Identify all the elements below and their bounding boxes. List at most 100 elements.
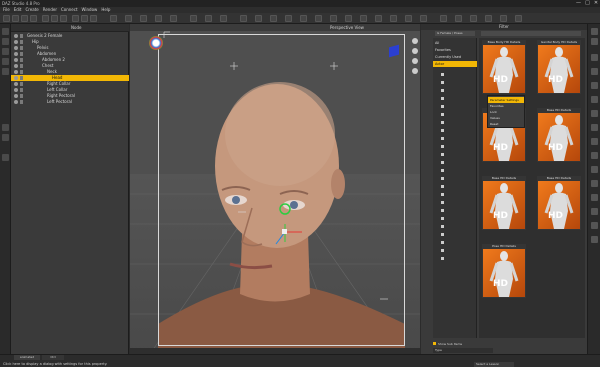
toolbar-tool-icon[interactable] — [205, 15, 212, 22]
content-thumbnail[interactable]: Base Body HD Details HD — [482, 40, 526, 94]
eye-icon[interactable] — [14, 100, 18, 104]
lock-icon[interactable] — [20, 82, 23, 86]
render-settings-tab-icon[interactable] — [2, 154, 9, 161]
toolbar-tool-icon[interactable] — [81, 15, 88, 22]
toolbar-tool-icon[interactable] — [21, 15, 28, 22]
eye-icon[interactable] — [14, 34, 18, 38]
tool-icon-6[interactable] — [591, 96, 598, 103]
tab-ctrl[interactable]: Ctrl — [42, 355, 64, 360]
subcategory-folder-icon[interactable] — [433, 80, 477, 86]
zoom-icon[interactable] — [412, 58, 418, 64]
shaping-tab-icon[interactable] — [2, 68, 9, 75]
eye-icon[interactable] — [14, 40, 18, 44]
navigation-sphere-icon[interactable] — [149, 36, 163, 50]
eye-icon[interactable] — [14, 82, 18, 86]
toolbar-tool-icon[interactable] — [3, 15, 10, 22]
lock-icon[interactable] — [20, 70, 23, 74]
toolbar-tool-icon[interactable] — [375, 15, 382, 22]
toolbar-tool-icon[interactable] — [140, 15, 147, 22]
toolbar-tool-icon[interactable] — [90, 15, 97, 22]
rotate-icon[interactable] — [412, 48, 418, 54]
tab-animated[interactable]: animated — [14, 355, 40, 360]
toolbar-tool-icon[interactable] — [420, 15, 427, 22]
content-thumbnail[interactable]: Genital Body HD Details HD — [537, 40, 581, 94]
lights-tab-icon[interactable] — [2, 134, 9, 141]
tool-icon-5[interactable] — [591, 82, 598, 89]
lesson-dropdown[interactable]: Select a Lesson — [474, 362, 514, 367]
subcategory-folder-icon[interactable] — [433, 176, 477, 182]
lock-icon[interactable] — [20, 100, 23, 104]
close-button[interactable]: ✕ — [592, 0, 600, 7]
lock-icon[interactable] — [20, 64, 23, 68]
subcategory-folder-icon[interactable] — [433, 184, 477, 190]
subcategory-folder-icon[interactable] — [433, 192, 477, 198]
camera-selector[interactable]: Perspective View — [330, 25, 364, 30]
content-thumbnail[interactable]: Pose HD Details HD — [482, 244, 526, 298]
tool-icon-8[interactable] — [591, 124, 598, 131]
eye-icon[interactable] — [14, 94, 18, 98]
subcategory-folder-icon[interactable] — [433, 216, 477, 222]
surfaces-tab-icon[interactable] — [2, 124, 9, 131]
toolbar-tool-icon[interactable] — [330, 15, 337, 22]
subcategory-folder-icon[interactable] — [433, 72, 477, 78]
subcategory-folder-icon[interactable] — [433, 240, 477, 246]
tool-icon-4[interactable] — [591, 68, 598, 75]
lock-icon[interactable] — [20, 52, 23, 56]
toolbar-tool-icon[interactable] — [440, 15, 447, 22]
subcategory-folder-icon[interactable] — [433, 160, 477, 166]
toolbar-tool-icon[interactable] — [30, 15, 37, 22]
content-tab-icon[interactable] — [2, 38, 9, 45]
toolbar-tool-icon[interactable] — [12, 15, 19, 22]
tool-icon-2[interactable] — [591, 38, 598, 45]
lock-icon[interactable] — [20, 58, 23, 62]
eye-icon[interactable] — [14, 70, 18, 74]
tool-icon-9[interactable] — [591, 138, 598, 145]
lock-icon[interactable] — [20, 40, 23, 44]
lock-icon[interactable] — [20, 34, 23, 38]
maximize-button[interactable]: □ — [583, 0, 592, 7]
toolbar-tool-icon[interactable] — [190, 15, 197, 22]
tool-icon-12[interactable] — [591, 180, 598, 187]
orbit-icon[interactable] — [412, 68, 418, 74]
toolbar-tool-icon[interactable] — [285, 15, 292, 22]
lock-icon[interactable] — [20, 76, 23, 80]
category-item[interactable]: Actor — [433, 61, 477, 67]
posing-tab-icon[interactable] — [2, 58, 9, 65]
subcategory-folder-icon[interactable] — [433, 104, 477, 110]
category-item[interactable]: Favorites — [433, 47, 477, 53]
subcategory-folder-icon[interactable] — [433, 168, 477, 174]
toolbar-tool-icon[interactable] — [315, 15, 322, 22]
category-dropdown[interactable]: G Female / Poses — [435, 31, 475, 36]
subcategory-folder-icon[interactable] — [433, 96, 477, 102]
toolbar-tool-icon[interactable] — [405, 15, 412, 22]
toolbar-tool-icon[interactable] — [72, 15, 79, 22]
toolbar-tool-icon[interactable] — [255, 15, 262, 22]
subcategory-folder-icon[interactable] — [433, 152, 477, 158]
context-menu-item[interactable]: Reset — [488, 121, 524, 127]
toolbar-tool-icon[interactable] — [455, 15, 462, 22]
tool-icon-7[interactable] — [591, 110, 598, 117]
subcategory-folder-icon[interactable] — [433, 256, 477, 262]
eye-icon[interactable] — [14, 76, 18, 80]
eye-icon[interactable] — [14, 58, 18, 62]
parameters-tab-icon[interactable] — [2, 48, 9, 55]
eye-icon[interactable] — [14, 52, 18, 56]
lock-icon[interactable] — [20, 46, 23, 50]
toolbar-tool-icon[interactable] — [51, 15, 58, 22]
toolbar-tool-icon[interactable] — [390, 15, 397, 22]
category-item[interactable]: Currently Used — [433, 54, 477, 60]
show-sub-items-checkbox[interactable]: Show Sub Items — [433, 342, 477, 347]
tool-icon-10[interactable] — [591, 152, 598, 159]
toolbar-tool-icon[interactable] — [515, 15, 522, 22]
toolbar-tool-icon[interactable] — [155, 15, 162, 22]
toolbar-tool-icon[interactable] — [42, 15, 49, 22]
content-thumbnail[interactable]: Base HD DetailsHD — [482, 176, 526, 230]
toolbar-tool-icon[interactable] — [345, 15, 352, 22]
subcategory-folder-icon[interactable] — [433, 200, 477, 206]
eye-icon[interactable] — [14, 46, 18, 50]
tool-icon-13[interactable] — [591, 194, 598, 201]
eye-icon[interactable] — [14, 64, 18, 68]
subcategory-folder-icon[interactable] — [433, 120, 477, 126]
pan-icon[interactable] — [412, 38, 418, 44]
scene-tab-icon[interactable] — [2, 28, 9, 35]
